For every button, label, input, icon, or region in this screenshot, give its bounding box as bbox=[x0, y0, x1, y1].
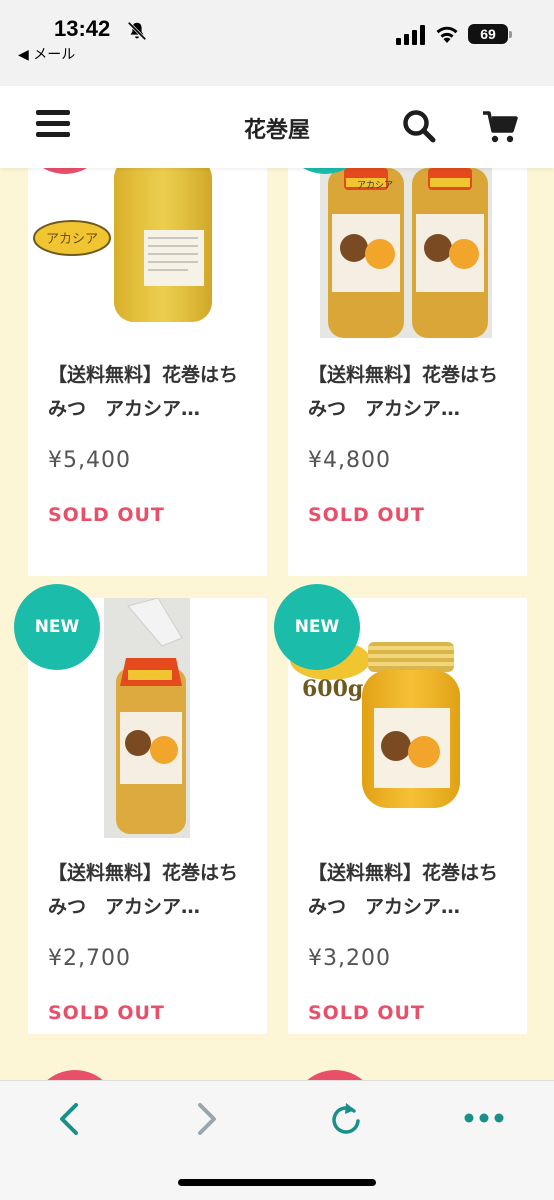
sold-out-label: SOLD OUT bbox=[308, 504, 425, 526]
product-price: ¥2,700 bbox=[48, 946, 131, 971]
product-image bbox=[320, 168, 492, 338]
next-row-badge bbox=[292, 1070, 378, 1080]
new-badge: NEW bbox=[14, 584, 100, 670]
jar-label-text: アカシア bbox=[356, 181, 393, 191]
product-name[interactable]: 【送料無料】花巻はちみつ アカシア… bbox=[308, 358, 513, 426]
product-price: ¥4,800 bbox=[308, 448, 391, 473]
new-badge: NEW bbox=[274, 584, 360, 670]
product-name[interactable]: 【送料無料】花巻はちみつ アカシア… bbox=[308, 856, 513, 924]
wifi-icon bbox=[436, 26, 458, 43]
reload-icon[interactable] bbox=[328, 1099, 364, 1139]
search-icon[interactable] bbox=[401, 108, 437, 144]
cart-icon[interactable] bbox=[482, 110, 518, 144]
sold-out-label: SOLD OUT bbox=[48, 504, 165, 526]
sold-out-label: SOLD OUT bbox=[308, 1002, 425, 1024]
bell-off-icon bbox=[127, 21, 147, 41]
product-price: ¥5,400 bbox=[48, 448, 131, 473]
product-image bbox=[33, 168, 212, 322]
product-card[interactable]: アカシア 【送料無料】花巻はちみつ アカシア… ¥4,800 SOLD OUT bbox=[282, 168, 527, 576]
site-title[interactable]: 花巻屋 bbox=[0, 112, 554, 144]
status-bar: 13:42 ◀ メール 69 bbox=[0, 0, 554, 86]
battery-indicator: 69 bbox=[468, 24, 512, 44]
product-card[interactable]: NEW 【送料無料】花巻はちみつ アカシア… ¥2,700 SOLD OUT bbox=[14, 584, 267, 1034]
status-time: 13:42 bbox=[54, 16, 111, 41]
product-grid: アカシア 【送料無料】花巻はちみつ アカシア… ¥5,400 SOLD OUT … bbox=[0, 168, 554, 1080]
back-to-mail-link[interactable]: ◀ メール bbox=[18, 44, 75, 64]
browser-toolbar bbox=[0, 1080, 554, 1200]
chevron-right-icon[interactable] bbox=[192, 1101, 222, 1137]
acacia-label: アカシア bbox=[45, 232, 98, 247]
cellular-signal-icon bbox=[396, 25, 425, 45]
home-indicator bbox=[178, 1179, 376, 1186]
sold-out-label: SOLD OUT bbox=[48, 1002, 165, 1024]
product-name[interactable]: 【送料無料】花巻はちみつ アカシア… bbox=[48, 856, 253, 924]
product-name[interactable]: 【送料無料】花巻はちみつ アカシア… bbox=[48, 358, 253, 426]
site-header: 花巻屋 bbox=[0, 86, 554, 168]
product-card[interactable]: NEW 600g 【送料無料】花巻はちみつ アカシア… ¥3,200 SOLD bbox=[274, 584, 527, 1034]
chevron-left-icon[interactable] bbox=[54, 1101, 84, 1137]
product-price: ¥3,200 bbox=[308, 946, 391, 971]
next-row-badge bbox=[32, 1070, 118, 1080]
product-card[interactable]: アカシア 【送料無料】花巻はちみつ アカシア… ¥5,400 SOLD OUT bbox=[22, 168, 267, 576]
more-icon[interactable] bbox=[462, 1103, 506, 1133]
weight-label: 600g bbox=[302, 676, 364, 702]
